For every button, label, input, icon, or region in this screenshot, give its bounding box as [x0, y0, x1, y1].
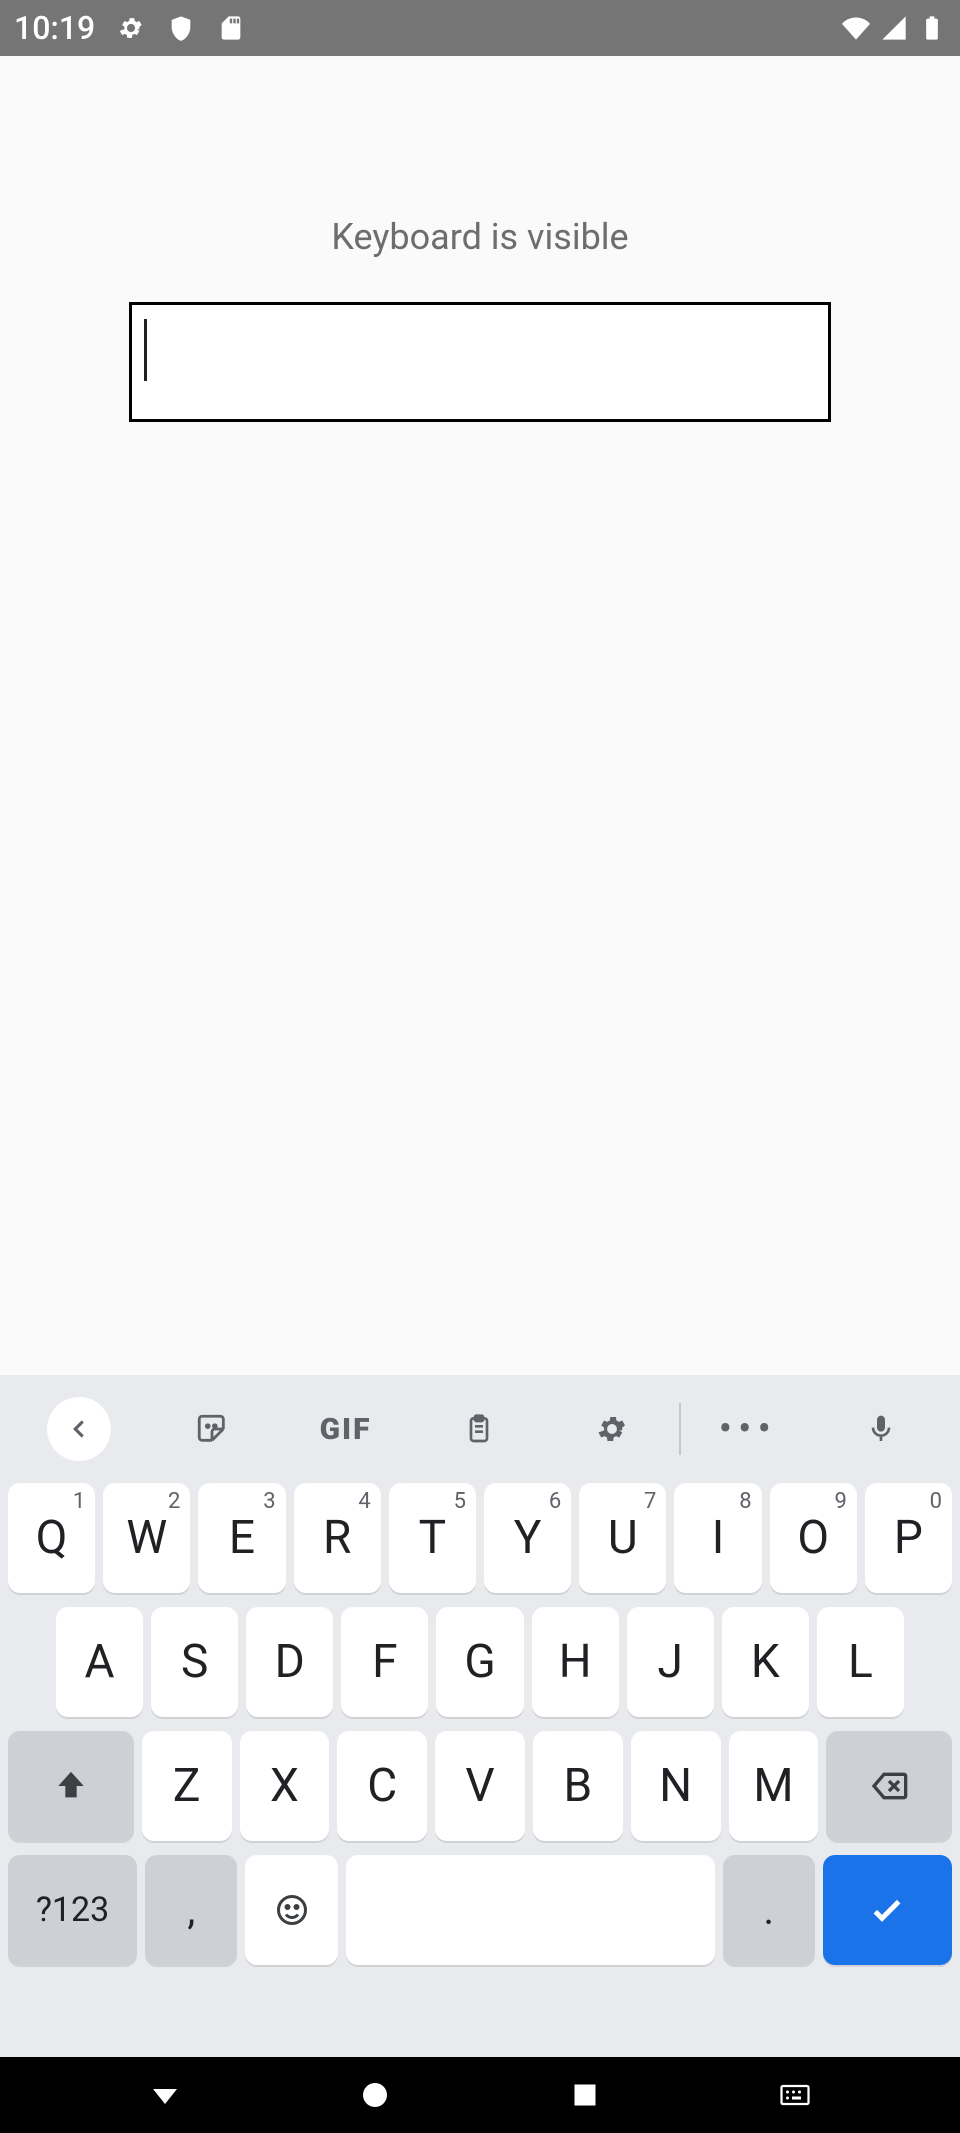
key-k[interactable]: K	[722, 1607, 809, 1717]
gif-button[interactable]: GIF	[279, 1393, 412, 1465]
text-caret	[144, 319, 147, 381]
backspace-key[interactable]	[826, 1731, 952, 1841]
key-t[interactable]: T5	[389, 1483, 476, 1593]
comma-key[interactable]: ,	[145, 1855, 237, 1965]
key-g[interactable]: G	[436, 1607, 523, 1717]
gear-icon	[117, 14, 145, 42]
key-j[interactable]: J	[627, 1607, 714, 1717]
key-w[interactable]: W2	[103, 1483, 190, 1593]
key-e[interactable]: E3	[198, 1483, 285, 1593]
app-content: Keyboard is visible	[0, 56, 960, 1375]
keyboard-switch-button[interactable]	[765, 2065, 825, 2125]
sd-card-icon	[217, 14, 245, 42]
keyboard-row-4: ?123 , .	[8, 1855, 952, 1965]
space-key[interactable]	[346, 1855, 715, 1965]
enter-key[interactable]	[823, 1855, 952, 1965]
key-q[interactable]: Q1	[8, 1483, 95, 1593]
wifi-icon	[842, 14, 870, 42]
symbols-key[interactable]: ?123	[8, 1855, 137, 1965]
keyboard-row-3: Z X C V B N M	[8, 1731, 952, 1841]
android-nav-bar	[0, 2057, 960, 2133]
text-input[interactable]	[129, 302, 831, 422]
settings-button[interactable]	[546, 1393, 679, 1465]
back-button[interactable]	[135, 2065, 195, 2125]
period-key[interactable]: .	[723, 1855, 815, 1965]
home-button[interactable]	[345, 2065, 405, 2125]
key-l[interactable]: L	[817, 1607, 904, 1717]
key-r[interactable]: R4	[294, 1483, 381, 1593]
key-x[interactable]: X	[240, 1731, 330, 1841]
key-p[interactable]: P0	[865, 1483, 952, 1593]
status-left: 10:19	[14, 9, 245, 47]
onscreen-keyboard: GIF ••• Q1 W2 E3 R4 T5 Y6 U7 I8 O9 P0	[0, 1375, 960, 2057]
keyboard-rows: Q1 W2 E3 R4 T5 Y6 U7 I8 O9 P0 A S D F G …	[0, 1483, 960, 2057]
key-y[interactable]: Y6	[484, 1483, 571, 1593]
key-v[interactable]: V	[435, 1731, 525, 1841]
key-i[interactable]: I8	[674, 1483, 761, 1593]
clipboard-button[interactable]	[412, 1393, 545, 1465]
key-n[interactable]: N	[631, 1731, 721, 1841]
keyboard-row-2: A S D F G H J K L	[8, 1607, 952, 1717]
key-c[interactable]: C	[337, 1731, 427, 1841]
collapse-toolbar-button[interactable]	[12, 1393, 145, 1465]
mic-button[interactable]	[815, 1393, 948, 1465]
android-status-bar: 10:19	[0, 0, 960, 56]
more-button[interactable]: •••	[681, 1393, 814, 1465]
keyboard-row-1: Q1 W2 E3 R4 T5 Y6 U7 I8 O9 P0	[8, 1483, 952, 1593]
key-o[interactable]: O9	[770, 1483, 857, 1593]
visibility-label: Keyboard is visible	[331, 216, 628, 258]
sticker-button[interactable]	[145, 1393, 278, 1465]
emoji-key[interactable]	[245, 1855, 337, 1965]
key-a[interactable]: A	[56, 1607, 143, 1717]
keyboard-toolbar: GIF •••	[0, 1375, 960, 1483]
key-f[interactable]: F	[341, 1607, 428, 1717]
key-m[interactable]: M	[729, 1731, 819, 1841]
status-clock: 10:19	[14, 9, 95, 47]
key-s[interactable]: S	[151, 1607, 238, 1717]
shift-key[interactable]	[8, 1731, 134, 1841]
battery-icon	[918, 14, 946, 42]
status-right	[842, 14, 946, 42]
key-h[interactable]: H	[532, 1607, 619, 1717]
key-b[interactable]: B	[533, 1731, 623, 1841]
cell-signal-icon	[880, 14, 908, 42]
recent-apps-button[interactable]	[555, 2065, 615, 2125]
key-u[interactable]: U7	[579, 1483, 666, 1593]
shield-icon	[167, 14, 195, 42]
key-d[interactable]: D	[246, 1607, 333, 1717]
key-z[interactable]: Z	[142, 1731, 232, 1841]
